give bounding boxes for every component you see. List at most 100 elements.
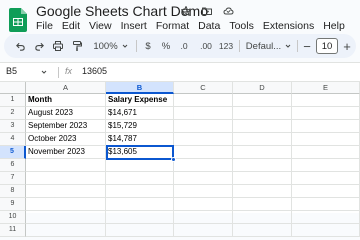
cell-e1[interactable] <box>292 94 360 107</box>
cell-b9[interactable] <box>106 198 174 211</box>
menu-format[interactable]: Format <box>156 19 194 33</box>
chevron-down-icon[interactable] <box>40 68 48 76</box>
undo-button[interactable] <box>13 34 27 58</box>
row-header[interactable]: 6 <box>0 159 26 172</box>
cell-a11[interactable] <box>26 224 106 237</box>
cell-b10[interactable] <box>106 211 174 224</box>
cell-d9[interactable] <box>233 198 292 211</box>
menu-view[interactable]: View <box>89 19 117 33</box>
cell-e8[interactable] <box>292 185 360 198</box>
paint-format-button[interactable] <box>70 34 84 58</box>
font-select[interactable]: Defaul... <box>243 34 295 58</box>
cell-a1[interactable]: Month <box>26 94 106 107</box>
cell-d4[interactable] <box>233 133 292 146</box>
cell-c2[interactable] <box>174 107 233 120</box>
cell-d10[interactable] <box>233 211 292 224</box>
redo-button[interactable] <box>32 34 46 58</box>
cell-a10[interactable] <box>26 211 106 224</box>
menu-edit[interactable]: Edit <box>62 19 85 33</box>
cell-b2[interactable]: $14,671 <box>106 107 174 120</box>
cell-b3[interactable]: $15,729 <box>106 120 174 133</box>
row-header[interactable]: 7 <box>0 172 26 185</box>
row-header[interactable]: 4 <box>0 133 26 146</box>
formula-input[interactable]: 13605 <box>82 66 107 76</box>
cell-e10[interactable] <box>292 211 360 224</box>
increase-decimal-button[interactable]: .00 <box>197 34 215 58</box>
row-header[interactable]: 11 <box>0 224 26 237</box>
cell-c5[interactable] <box>174 146 233 159</box>
zoom-select[interactable]: 100% <box>91 34 131 58</box>
cell-b11[interactable] <box>106 224 174 237</box>
cell-e7[interactable] <box>292 172 360 185</box>
column-header-a[interactable]: A <box>26 82 106 94</box>
cell-a8[interactable] <box>26 185 106 198</box>
decrease-font-size-button[interactable]: − <box>301 34 313 58</box>
row-header[interactable]: 9 <box>0 198 26 211</box>
row-header[interactable]: 3 <box>0 120 26 133</box>
cell-e3[interactable] <box>292 120 360 133</box>
menu-data[interactable]: Data <box>198 19 225 33</box>
cell-c9[interactable] <box>174 198 233 211</box>
cell-d7[interactable] <box>233 172 292 185</box>
cloud-status-icon[interactable] <box>222 5 235 17</box>
cell-c8[interactable] <box>174 185 233 198</box>
column-header-d[interactable]: D <box>233 82 292 94</box>
cell-d6[interactable] <box>233 159 292 172</box>
cell-e5[interactable] <box>292 146 360 159</box>
cell-a3[interactable]: September 2023 <box>26 120 106 133</box>
currency-format-button[interactable]: $ <box>142 34 154 58</box>
font-size-input[interactable]: 10 <box>316 38 338 54</box>
cell-e11[interactable] <box>292 224 360 237</box>
cell-a5[interactable]: November 2023 <box>26 146 106 159</box>
cell-d3[interactable] <box>233 120 292 133</box>
cell-c6[interactable] <box>174 159 233 172</box>
cell-e2[interactable] <box>292 107 360 120</box>
row-header-selected[interactable]: 5 <box>0 146 26 159</box>
active-cell-border[interactable] <box>106 145 174 160</box>
star-icon[interactable] <box>180 5 192 17</box>
cell-c1[interactable] <box>174 94 233 107</box>
menu-file[interactable]: File <box>36 19 58 33</box>
cell-c4[interactable] <box>174 133 233 146</box>
move-to-folder-icon[interactable] <box>201 5 213 17</box>
cell-b6[interactable] <box>106 159 174 172</box>
row-header[interactable]: 8 <box>0 185 26 198</box>
cell-a9[interactable] <box>26 198 106 211</box>
menu-extensions[interactable]: Extensions <box>263 19 319 33</box>
cell-c10[interactable] <box>174 211 233 224</box>
cell-a2[interactable]: August 2023 <box>26 107 106 120</box>
cell-d8[interactable] <box>233 185 292 198</box>
cell-e4[interactable] <box>292 133 360 146</box>
cell-c3[interactable] <box>174 120 233 133</box>
cell-d1[interactable] <box>233 94 292 107</box>
menu-help[interactable]: Help <box>323 19 350 33</box>
cell-d5[interactable] <box>233 146 292 159</box>
cell-a6[interactable] <box>26 159 106 172</box>
cell-b8[interactable] <box>106 185 174 198</box>
sheets-logo-icon[interactable] <box>9 8 27 32</box>
cell-d11[interactable] <box>233 224 292 237</box>
percent-format-button[interactable]: % <box>160 34 172 58</box>
row-header[interactable]: 10 <box>0 211 26 224</box>
more-formats-button[interactable]: 123 <box>217 34 235 58</box>
column-header-c[interactable]: C <box>174 82 233 94</box>
cell-b1[interactable]: Salary Expense <box>106 94 174 107</box>
column-header-b[interactable]: B <box>106 82 174 94</box>
cell-b7[interactable] <box>106 172 174 185</box>
decrease-decimal-button[interactable]: .0 <box>176 34 192 58</box>
print-button[interactable] <box>51 34 65 58</box>
cell-e9[interactable] <box>292 198 360 211</box>
select-all-corner[interactable] <box>0 82 26 94</box>
row-header[interactable]: 1 <box>0 94 26 107</box>
cell-c7[interactable] <box>174 172 233 185</box>
cell-a4[interactable]: October 2023 <box>26 133 106 146</box>
cell-c11[interactable] <box>174 224 233 237</box>
menu-tools[interactable]: Tools <box>229 19 259 33</box>
row-header[interactable]: 2 <box>0 107 26 120</box>
menu-insert[interactable]: Insert <box>121 19 152 33</box>
increase-font-size-button[interactable]: + <box>341 34 353 58</box>
cell-e6[interactable] <box>292 159 360 172</box>
name-box[interactable]: B5 <box>6 66 17 76</box>
cell-a7[interactable] <box>26 172 106 185</box>
cell-d2[interactable] <box>233 107 292 120</box>
